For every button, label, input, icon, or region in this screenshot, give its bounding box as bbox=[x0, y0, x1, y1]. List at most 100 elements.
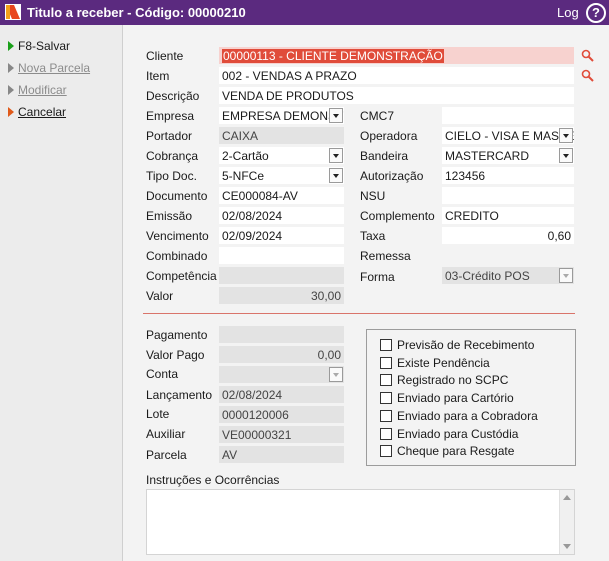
registrado-scpc-checkbox[interactable]: Registrado no SCPC bbox=[380, 372, 508, 388]
empresa-value: EMPRESA DEMONSTRAÇÃO bbox=[222, 109, 344, 123]
checkbox-label: Cheque para Resgate bbox=[397, 444, 515, 458]
window-title: Titulo a receber - Código: 00000210 bbox=[27, 5, 246, 20]
cheque-resgate-checkbox[interactable]: Cheque para Resgate bbox=[380, 443, 514, 459]
valor-value: 30,00 bbox=[310, 289, 341, 303]
cobranca-select[interactable]: 2-Cartão bbox=[218, 146, 345, 165]
taxa-field[interactable]: 0,60 bbox=[441, 226, 575, 245]
competencia-field bbox=[218, 266, 345, 285]
pagamento-label: Pagamento bbox=[146, 328, 208, 342]
valor-label: Valor bbox=[146, 289, 174, 303]
documento-label: Documento bbox=[146, 189, 208, 203]
lancamento-label: Lançamento bbox=[146, 388, 213, 402]
emissao-field[interactable]: 02/08/2024 bbox=[218, 206, 345, 225]
documento-field[interactable]: CE000084-AV bbox=[218, 186, 345, 205]
cliente-field[interactable]: 00000113 - CLIENTE DEMONSTRAÇÃO bbox=[218, 46, 575, 65]
previsao-recebimento-checkbox[interactable]: Previsão de Recebimento bbox=[380, 337, 534, 353]
instrucoes-textarea[interactable] bbox=[146, 489, 575, 555]
scroll-up-icon[interactable] bbox=[562, 493, 571, 502]
log-button[interactable]: Log bbox=[557, 5, 579, 20]
autorizacao-field[interactable]: 123456 bbox=[441, 166, 575, 185]
modify-button[interactable]: Modificar bbox=[8, 82, 67, 98]
save-button[interactable]: F8-Salvar bbox=[8, 38, 70, 54]
bandeira-select[interactable]: MASTERCARD bbox=[441, 146, 575, 165]
conta-label: Conta bbox=[146, 367, 179, 381]
checkbox-label: Registrado no SCPC bbox=[397, 373, 509, 387]
checkbox-box[interactable] bbox=[380, 339, 392, 351]
valor-pago-value: 0,00 bbox=[317, 348, 341, 362]
search-cliente-icon[interactable] bbox=[581, 49, 594, 62]
chevron-down-icon bbox=[559, 268, 573, 283]
new-parcel-button[interactable]: Nova Parcela bbox=[8, 60, 90, 76]
portador-value: CAIXA bbox=[222, 129, 259, 143]
cmc7-field[interactable] bbox=[441, 106, 575, 125]
item-field[interactable]: 002 - VENDAS A PRAZO bbox=[218, 66, 575, 85]
enviado-cartorio-checkbox[interactable]: Enviado para Cartório bbox=[380, 390, 514, 406]
checkbox-box[interactable] bbox=[380, 445, 392, 457]
chevron-down-icon[interactable] bbox=[329, 168, 343, 183]
taxa-label: Taxa bbox=[360, 229, 386, 243]
vencimento-value: 02/09/2024 bbox=[222, 229, 283, 243]
valor-pago-field: 0,00 bbox=[218, 345, 345, 364]
competencia-label: Competência bbox=[146, 269, 217, 283]
play-arrow-icon bbox=[8, 85, 14, 95]
forma-value: 03-Crédito POS bbox=[445, 269, 530, 283]
operadora-select[interactable]: CIELO - VISA E MASTER bbox=[441, 126, 575, 145]
vencimento-label: Vencimento bbox=[146, 229, 209, 243]
enviado-cobradora-checkbox[interactable]: Enviado para a Cobradora bbox=[380, 408, 538, 424]
item-value: 002 - VENDAS A PRAZO bbox=[222, 69, 357, 83]
nsu-field[interactable] bbox=[441, 186, 575, 205]
scrollbar[interactable] bbox=[559, 490, 574, 554]
search-item-icon[interactable] bbox=[581, 69, 594, 82]
play-arrow-icon bbox=[8, 107, 14, 117]
operadora-label: Operadora bbox=[360, 129, 418, 143]
auxiliar-value: VE00000321 bbox=[222, 428, 292, 442]
bandeira-label: Bandeira bbox=[360, 149, 409, 163]
lote-value: 0000120006 bbox=[222, 408, 289, 422]
cancel-button[interactable]: Cancelar bbox=[8, 104, 66, 120]
empresa-select[interactable]: EMPRESA DEMONSTRAÇÃO bbox=[218, 106, 345, 125]
tipo-doc-value: 5-NFCe bbox=[222, 169, 265, 183]
checkbox-box[interactable] bbox=[380, 374, 392, 386]
combinado-field[interactable] bbox=[218, 246, 345, 265]
complemento-field[interactable]: CREDITO bbox=[441, 206, 575, 225]
checkbox-label: Enviado para a Cobradora bbox=[397, 409, 538, 423]
cliente-label: Cliente bbox=[146, 49, 184, 63]
parcela-value: AV bbox=[222, 448, 238, 462]
auxiliar-field: VE00000321 bbox=[218, 425, 345, 444]
chevron-down-icon[interactable] bbox=[559, 128, 573, 143]
remessa-field bbox=[441, 246, 575, 265]
chevron-down-icon[interactable] bbox=[559, 148, 573, 163]
cliente-value: 00000113 - CLIENTE DEMONSTRAÇÃO bbox=[222, 49, 444, 63]
checkbox-box[interactable] bbox=[380, 428, 392, 440]
checkbox-box[interactable] bbox=[380, 357, 392, 369]
checkbox-box[interactable] bbox=[380, 410, 392, 422]
vencimento-field[interactable]: 02/09/2024 bbox=[218, 226, 345, 245]
lote-label: Lote bbox=[146, 407, 170, 421]
checkbox-box[interactable] bbox=[380, 392, 392, 404]
new-parcel-label: Nova Parcela bbox=[18, 61, 91, 75]
status-checkbox-group: Previsão de Recebimento Existe Pendência… bbox=[366, 329, 576, 466]
tipo-doc-select[interactable]: 5-NFCe bbox=[218, 166, 345, 185]
lancamento-value: 02/08/2024 bbox=[222, 388, 283, 402]
lancamento-field: 02/08/2024 bbox=[218, 385, 345, 404]
checkbox-label: Enviado para Custódia bbox=[397, 427, 519, 441]
taxa-value: 0,60 bbox=[547, 229, 571, 243]
main-form: Cliente 00000113 - CLIENTE DEMONSTRAÇÃO … bbox=[123, 25, 609, 561]
scroll-down-icon[interactable] bbox=[562, 542, 571, 551]
play-arrow-icon bbox=[8, 63, 14, 73]
lote-field: 0000120006 bbox=[218, 405, 345, 424]
descricao-field[interactable]: VENDA DE PRODUTOS bbox=[218, 86, 575, 105]
bandeira-value: MASTERCARD bbox=[445, 149, 530, 163]
chevron-down-icon bbox=[329, 367, 343, 382]
parcela-label: Parcela bbox=[146, 448, 187, 462]
chevron-down-icon[interactable] bbox=[329, 148, 343, 163]
checkbox-label: Previsão de Recebimento bbox=[397, 338, 535, 352]
valor-pago-label: Valor Pago bbox=[146, 348, 205, 362]
nsu-label: NSU bbox=[360, 189, 386, 203]
forma-label: Forma bbox=[360, 270, 395, 284]
enviado-custodia-checkbox[interactable]: Enviado para Custódia bbox=[380, 426, 518, 442]
chevron-down-icon[interactable] bbox=[329, 108, 343, 123]
existe-pendencia-checkbox[interactable]: Existe Pendência bbox=[380, 355, 490, 371]
help-icon[interactable]: ? bbox=[586, 3, 606, 23]
complemento-label: Complemento bbox=[360, 209, 435, 223]
